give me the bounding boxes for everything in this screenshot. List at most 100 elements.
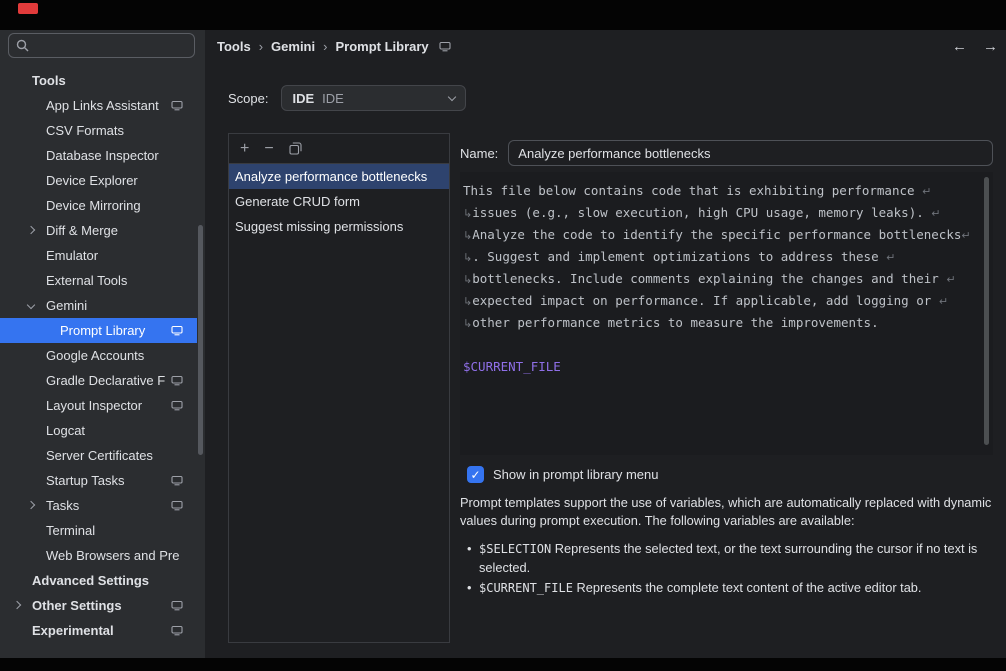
sidebar-item-label: Device Explorer: [46, 173, 138, 188]
soft-wrap-icon: ↵: [961, 229, 970, 242]
chevron-down-icon: [448, 92, 456, 100]
prompt-text-editor[interactable]: This file below contains code that is ex…: [460, 172, 993, 455]
prompt-list-item-generate-crud-form[interactable]: Generate CRUD form: [229, 189, 449, 214]
sidebar-item-layout-inspector[interactable]: Layout Inspector: [0, 393, 197, 418]
prompt-list-item-suggest-missing-permissions[interactable]: Suggest missing permissions: [229, 214, 449, 239]
sidebar-item-label: Layout Inspector: [46, 398, 142, 413]
sidebar-item-device-mirroring[interactable]: Device Mirroring: [0, 193, 197, 218]
chevron-down-icon[interactable]: [27, 301, 35, 309]
editor-scrollbar[interactable]: [984, 177, 989, 445]
breadcrumb-item-gemini[interactable]: Gemini: [271, 39, 315, 54]
sidebar-item-label: Google Accounts: [46, 348, 144, 363]
sidebar-item-label: Device Mirroring: [46, 198, 141, 213]
sidebar-item-database-inspector[interactable]: Database Inspector: [0, 143, 197, 168]
sidebar-item-label: Server Certificates: [46, 448, 153, 463]
sidebar-item-advanced-settings[interactable]: Advanced Settings: [0, 568, 197, 593]
editor-line: ↳Analyze the code to identify the specif…: [463, 224, 979, 246]
prompt-list-panel: + − Analyze performance bottlenecksGener…: [228, 133, 450, 643]
sidebar-item-diff-merge[interactable]: Diff & Merge: [0, 218, 197, 243]
sidebar-item-gemini[interactable]: Gemini: [0, 293, 197, 318]
monitor-icon: [171, 475, 183, 486]
sidebar-item-terminal[interactable]: Terminal: [0, 518, 197, 543]
soft-wrap-icon: ↵: [946, 273, 955, 286]
search-icon: [16, 39, 29, 52]
add-button[interactable]: +: [240, 141, 249, 157]
sidebar-item-google-accounts[interactable]: Google Accounts: [0, 343, 197, 368]
forward-button[interactable]: →: [983, 38, 998, 55]
sidebar-item-emulator[interactable]: Emulator: [0, 243, 197, 268]
sidebar-item-tasks[interactable]: Tasks: [0, 493, 197, 518]
history-nav: ← →: [952, 30, 998, 62]
sidebar-item-other-settings[interactable]: Other Settings: [0, 593, 197, 618]
settings-search-box[interactable]: [8, 33, 195, 58]
editor-line: $CURRENT_FILE: [463, 356, 979, 378]
check-icon: ✓: [470, 469, 480, 481]
sidebar-item-startup-tasks[interactable]: Startup Tasks: [0, 468, 197, 493]
soft-wrap-icon: ↳: [463, 251, 472, 264]
sidebar-item-label: Diff & Merge: [46, 223, 118, 238]
show-in-menu-row: ✓ Show in prompt library menu: [467, 466, 658, 483]
soft-wrap-icon: ↳: [463, 317, 472, 330]
sidebar-item-label: Gemini: [46, 298, 87, 313]
sidebar-item-gradle-declarative-f[interactable]: Gradle Declarative F: [0, 368, 197, 393]
variable-item-selection: $SELECTION Represents the selected text,…: [467, 540, 997, 576]
settings-content: Tools›Gemini›Prompt Library ← → Scope: I…: [205, 30, 1006, 658]
sidebar-item-device-explorer[interactable]: Device Explorer: [0, 168, 197, 193]
chevron-right-icon[interactable]: [13, 601, 21, 609]
sidebar-item-label: Terminal: [46, 523, 95, 538]
breadcrumb-items: Tools›Gemini›Prompt Library: [217, 39, 429, 54]
back-button[interactable]: ←: [952, 38, 967, 55]
sidebar-item-label: Advanced Settings: [32, 573, 149, 588]
sidebar-item-label: Logcat: [46, 423, 85, 438]
sidebar-item-tools[interactable]: Tools: [0, 68, 197, 93]
sidebar-item-label: Startup Tasks: [46, 473, 125, 488]
settings-tree: Tools App Links Assistant CSV Formats Datab…: [0, 68, 197, 643]
breadcrumb-item-prompt-library[interactable]: Prompt Library: [335, 39, 428, 54]
soft-wrap-icon: ↳: [463, 273, 472, 286]
name-input[interactable]: [508, 140, 993, 166]
sidebar-item-external-tools[interactable]: External Tools: [0, 268, 197, 293]
soft-wrap-icon: ↵: [886, 251, 895, 264]
remove-button[interactable]: −: [264, 141, 273, 157]
sidebar-item-logcat[interactable]: Logcat: [0, 418, 197, 443]
monitor-icon: [171, 325, 183, 336]
template-variable: $CURRENT_FILE: [463, 359, 561, 374]
breadcrumb-item-tools[interactable]: Tools: [217, 39, 251, 54]
soft-wrap-icon: ↵: [922, 185, 931, 198]
checkbox-label: Show in prompt library menu: [493, 467, 658, 482]
prompt-list-item-analyze-performance-bottlenecks[interactable]: Analyze performance bottlenecks: [229, 164, 449, 189]
sidebar-item-server-certificates[interactable]: Server Certificates: [0, 443, 197, 468]
duplicate-button[interactable]: [289, 142, 302, 155]
sidebar-item-experimental[interactable]: Experimental: [0, 618, 197, 643]
scope-hint: IDE: [322, 91, 344, 106]
monitor-icon: [171, 625, 183, 636]
editor-line: [463, 334, 979, 356]
sidebar-item-label: Prompt Library: [60, 323, 145, 338]
sidebar-item-label: Gradle Declarative F: [46, 373, 165, 388]
sidebar-item-app-links-assistant[interactable]: App Links Assistant: [0, 93, 197, 118]
sidebar-item-csv-formats[interactable]: CSV Formats: [0, 118, 197, 143]
scope-dropdown[interactable]: IDE IDE: [281, 85, 466, 111]
editor-line: ↳other performance metrics to measure th…: [463, 312, 979, 334]
soft-wrap-icon: ↳: [463, 207, 472, 220]
settings-sidebar: Tools App Links Assistant CSV Formats Datab…: [0, 30, 205, 658]
top-bar: [0, 0, 1006, 30]
settings-window: Tools App Links Assistant CSV Formats Datab…: [0, 0, 1006, 671]
sidebar-item-prompt-library[interactable]: Prompt Library: [0, 318, 197, 343]
sidebar-item-label: Experimental: [32, 623, 114, 638]
sidebar-item-label: Tools: [32, 73, 66, 88]
sidebar-item-label: Emulator: [46, 248, 98, 263]
sidebar-item-label: CSV Formats: [46, 123, 124, 138]
variables-list: $SELECTION Represents the selected text,…: [467, 540, 997, 601]
sidebar-scrollbar[interactable]: [198, 225, 203, 455]
variable-name: $CURRENT_FILE: [479, 581, 573, 595]
search-input[interactable]: [34, 38, 187, 53]
variables-description: Prompt templates support the use of vari…: [460, 494, 997, 529]
show-in-menu-checkbox[interactable]: ✓: [467, 466, 484, 483]
chevron-right-icon[interactable]: [27, 501, 35, 509]
scope-row: Scope: IDE IDE: [228, 85, 466, 111]
editor-line: ↳issues (e.g., slow execution, high CPU …: [463, 202, 979, 224]
chevron-right-icon[interactable]: [27, 226, 35, 234]
sidebar-item-web-browsers-and-pre[interactable]: Web Browsers and Pre: [0, 543, 197, 568]
monitor-icon: [171, 400, 183, 411]
